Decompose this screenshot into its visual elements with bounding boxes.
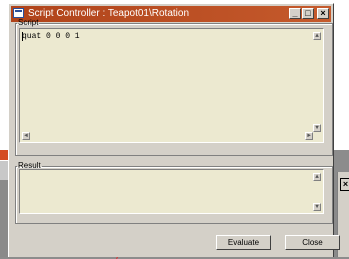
background-close-button[interactable]: × [340, 178, 349, 191]
close-window-button[interactable]: × [317, 8, 329, 19]
maximize-button[interactable]: □ [302, 8, 314, 19]
result-scroll-up-icon[interactable]: ▲ [313, 173, 321, 181]
window-app-icon [13, 8, 24, 18]
result-scroll-down-icon[interactable]: ▼ [313, 203, 321, 211]
text-caret [22, 32, 23, 41]
scroll-down-icon[interactable]: ▼ [313, 124, 321, 132]
scroll-left-icon[interactable]: ◄ [22, 132, 30, 140]
script-editor[interactable]: quat 0 0 0 1 ▲ ▼ ◄ ► [19, 28, 324, 143]
scroll-up-icon[interactable]: ▲ [313, 32, 321, 40]
result-output[interactable]: ▲ ▼ [19, 169, 324, 214]
scroll-right-icon[interactable]: ► [305, 132, 313, 140]
minimize-button[interactable]: _ [289, 8, 301, 19]
script-text: quat 0 0 0 1 [22, 32, 80, 41]
script-group-label: Script [18, 18, 39, 27]
evaluate-button[interactable]: Evaluate [216, 235, 271, 250]
close-button[interactable]: Close [285, 235, 340, 250]
